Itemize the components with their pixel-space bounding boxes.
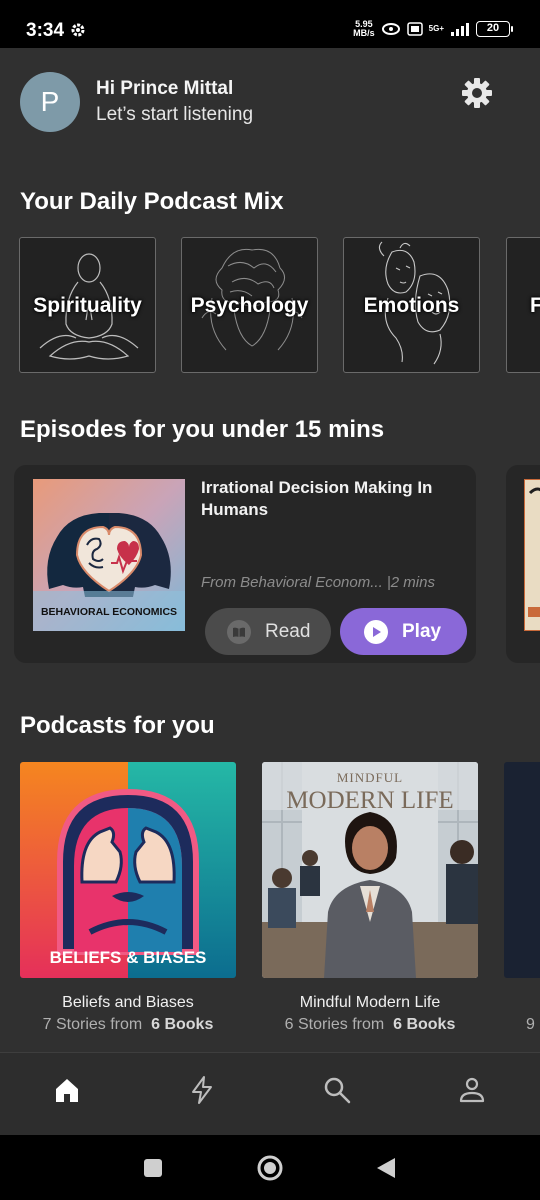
status-time: 3:34 (26, 20, 65, 41)
podcast-stories: 7 Stories from (42, 1016, 143, 1033)
read-label: Read (265, 620, 311, 642)
home-icon[interactable] (52, 1075, 82, 1105)
mix-card-spirituality[interactable]: Spirituality (19, 237, 156, 373)
episode-meta: From Behavioral Econom... |2 mins (201, 574, 435, 591)
net-speed-unit: MB/s (353, 28, 375, 38)
status-bar: 3:34 5.95 MB/s 5G+ 20 (0, 0, 540, 48)
book-icon (227, 619, 251, 644)
search-icon[interactable] (322, 1075, 352, 1105)
mix-card-emotions[interactable]: Emotions (343, 237, 480, 373)
network-type: 5G+ (428, 24, 444, 33)
bottom-nav (0, 1053, 540, 1135)
gear-icon[interactable] (460, 76, 494, 110)
greeting-subtitle: Let’s start listening (96, 104, 254, 125)
episode-card-partial[interactable] (506, 465, 540, 663)
net-speed: 5.95 MB/s (353, 20, 375, 38)
play-label: Play (402, 620, 442, 642)
mindful-modern-life-cover: MINDFUL MODERN LIFE (262, 762, 478, 978)
system-nav-bar (0, 1135, 540, 1200)
mix-label: F (507, 294, 540, 318)
read-button[interactable]: Read (205, 608, 331, 655)
cover-caption: BELIEFS & BIASES (50, 948, 207, 967)
recents-icon[interactable] (142, 1157, 164, 1179)
podcast-books: 6 Books (393, 1016, 456, 1033)
podcast-books: 6 Books (151, 1016, 214, 1033)
podcast-subtitle-partial: 9 (526, 1016, 535, 1033)
play-button[interactable]: Play (340, 608, 467, 655)
podcast-stories: 6 Stories from (284, 1016, 385, 1033)
episode-title[interactable]: Irrational Decision Making In Humans (201, 477, 463, 521)
podcast-subtitle: 6 Stories from 6 Books (262, 1016, 478, 1034)
cover-title-line1: MINDFUL (337, 770, 403, 785)
status-indicators: 5.95 MB/s 5G+ 20 (353, 20, 513, 38)
mix-label: Spirituality (33, 294, 142, 317)
battery-icon: 20 (476, 21, 513, 37)
greeting-title: Hi Prince Mittal (96, 78, 234, 99)
hotspot-icon (381, 23, 400, 35)
podcast-cover-beliefs[interactable]: BELIEFS & BIASES (20, 762, 236, 978)
cover-caption: BEHAVIORAL ECONOMICS (41, 606, 177, 618)
play-icon (364, 619, 388, 644)
cover-title-line2: MODERN LIFE (286, 787, 453, 814)
volte-icon (406, 22, 423, 36)
status-gear-icon (71, 23, 85, 37)
podcasts-title: Podcasts for you (20, 712, 215, 739)
profile-icon[interactable] (457, 1075, 487, 1105)
back-icon[interactable] (375, 1156, 397, 1180)
beliefs-biases-cover: BELIEFS & BIASES (20, 762, 236, 978)
podcast-name[interactable]: Beliefs and Biases (20, 994, 236, 1012)
mix-card-psychology[interactable]: Psychology (181, 237, 318, 373)
episode-card[interactable]: BEHAVIORAL ECONOMICS Irrational Decision… (14, 465, 476, 663)
podcast-name[interactable]: Mindful Modern Life (262, 994, 478, 1012)
podcast-cover-partial[interactable] (504, 762, 540, 978)
daily-mix-title: Your Daily Podcast Mix (20, 188, 284, 215)
episode-cover-partial (524, 479, 540, 631)
mix-label: Emotions (363, 294, 460, 317)
episodes-title: Episodes for you under 15 mins (20, 416, 385, 443)
home-button-icon[interactable] (256, 1154, 284, 1182)
app-screen: 3:34 5.95 MB/s 5G+ 20 P Hi Prince Mittal… (0, 0, 540, 1200)
avatar[interactable]: P (20, 72, 80, 132)
podcast-subtitle: 7 Stories from 6 Books (20, 1016, 236, 1034)
signal-icon (451, 23, 469, 36)
mix-card-partial[interactable]: F (506, 237, 540, 373)
mix-label: Psychology (190, 294, 309, 317)
podcast-cover-mindful[interactable]: MINDFUL MODERN LIFE (262, 762, 478, 978)
behavioral-economics-cover: BEHAVIORAL ECONOMICS (33, 479, 185, 631)
lightning-icon[interactable] (187, 1075, 217, 1105)
